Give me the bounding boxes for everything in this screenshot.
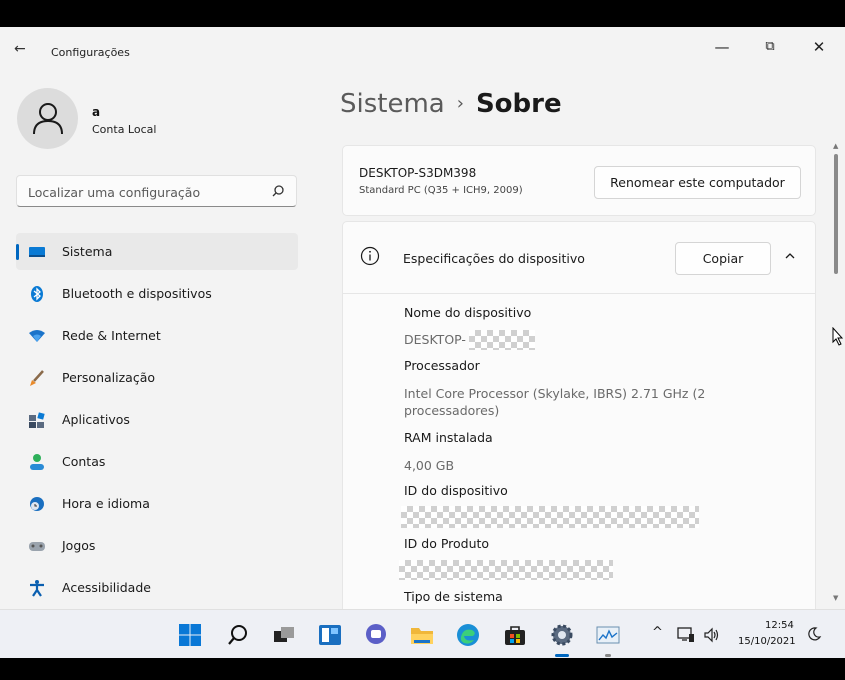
- page-title: Sistema › Sobre: [340, 89, 562, 119]
- spec-value-ram: 4,00 GB: [404, 458, 455, 473]
- redacted-area: [399, 560, 613, 580]
- account-type: Conta Local: [92, 123, 157, 136]
- title-bar: ← Configurações — ⧉ ✕: [0, 27, 845, 73]
- task-view-icon[interactable]: [272, 623, 296, 647]
- device-name-card: DESKTOP-S3DM398 Standard PC (Q35 + ICH9,…: [342, 145, 816, 216]
- taskbar: ^ 12:54 15/10/2021: [0, 609, 845, 658]
- sidebar-item-contas[interactable]: Contas: [16, 443, 298, 480]
- search-icon: [272, 185, 284, 197]
- search-placeholder: Localizar uma configuração: [28, 185, 201, 200]
- search-icon[interactable]: [226, 623, 250, 647]
- mouse-cursor-icon: [832, 327, 844, 346]
- rename-computer-button[interactable]: Renomear este computador: [594, 166, 801, 199]
- close-button[interactable]: ✕: [803, 33, 835, 61]
- account-icon: [30, 454, 44, 470]
- sidebar-item-bluetooth[interactable]: Bluetooth e dispositivos: [16, 275, 298, 312]
- apps-icon: [29, 412, 45, 428]
- maximize-button[interactable]: ⧉: [754, 33, 786, 61]
- store-icon[interactable]: [503, 623, 527, 647]
- device-name: DESKTOP-S3DM398: [359, 166, 477, 180]
- scroll-up-arrow-icon[interactable]: ▲: [833, 142, 838, 150]
- scrollbar[interactable]: ▲ ▼: [831, 142, 841, 607]
- back-arrow-icon[interactable]: ←: [14, 41, 26, 57]
- info-icon: [360, 246, 380, 266]
- gamepad-icon: [29, 542, 45, 551]
- widgets-icon[interactable]: [318, 623, 342, 647]
- focus-assist-icon[interactable]: [806, 626, 822, 642]
- chat-icon[interactable]: [364, 623, 388, 647]
- sidebar-item-label: Sistema: [62, 244, 113, 259]
- specs-title: Especificações do dispositivo: [403, 251, 585, 266]
- volume-icon[interactable]: [703, 626, 721, 644]
- spec-label-device-id: ID do dispositivo: [404, 483, 508, 498]
- user-name: a: [92, 105, 101, 119]
- avatar[interactable]: [17, 88, 78, 149]
- spec-value-processor: Intel Core Processor (Skylake, IBRS) 2.7…: [404, 386, 706, 418]
- device-specs-card: Especificações do dispositivo Copiar Nom…: [342, 221, 816, 609]
- search-input[interactable]: Localizar uma configuração: [16, 175, 297, 207]
- specs-header[interactable]: Especificações do dispositivo Copiar: [343, 222, 815, 294]
- breadcrumb-parent[interactable]: Sistema: [340, 89, 445, 119]
- sidebar-item-label: Aplicativos: [62, 412, 130, 427]
- accessibility-icon: [30, 580, 44, 597]
- breadcrumb-current: Sobre: [475, 89, 562, 119]
- device-model: Standard PC (Q35 + ICH9, 2009): [359, 185, 523, 196]
- app-title: Configurações: [51, 46, 130, 59]
- person-icon: [33, 103, 63, 135]
- sidebar-item-label: Jogos: [62, 538, 96, 553]
- chevron-up-icon[interactable]: [783, 249, 797, 263]
- settings-window: ← Configurações — ⧉ ✕ a Conta Local Loca…: [0, 27, 845, 609]
- minimize-button[interactable]: —: [706, 33, 738, 61]
- copy-button[interactable]: Copiar: [675, 242, 771, 275]
- sidebar-item-acessibilidade[interactable]: Acessibilidade: [16, 569, 298, 606]
- monitor-icon: [29, 247, 45, 257]
- screen-top-border: [0, 0, 845, 27]
- sidebar-item-aplicativos[interactable]: Aplicativos: [16, 401, 298, 438]
- redacted-area: [401, 506, 699, 528]
- clock-time[interactable]: 12:54: [765, 620, 794, 631]
- running-app-indicator: [605, 654, 611, 657]
- active-indicator: [16, 244, 19, 260]
- spec-label-processor: Processador: [404, 358, 480, 373]
- active-app-indicator: [555, 654, 569, 657]
- scrollbar-thumb[interactable]: [834, 154, 838, 274]
- sidebar-item-label: Bluetooth e dispositivos: [62, 286, 212, 301]
- wifi-icon: [29, 330, 45, 342]
- breadcrumb-separator: ›: [456, 93, 464, 114]
- settings-icon[interactable]: [550, 623, 574, 647]
- spec-label-device-name: Nome do dispositivo: [404, 305, 532, 320]
- sidebar-item-personalizacao[interactable]: Personalização: [16, 359, 298, 396]
- scroll-down-arrow-icon[interactable]: ▼: [833, 594, 838, 602]
- sidebar-item-label: Acessibilidade: [62, 580, 151, 595]
- sidebar-item-label: Personalização: [62, 370, 156, 385]
- sidebar-item-jogos[interactable]: Jogos: [16, 527, 298, 564]
- sidebar-item-label: Hora e idioma: [62, 496, 150, 511]
- spec-label-system-type: Tipo de sistema: [404, 589, 503, 604]
- globe-clock-icon: [30, 497, 44, 511]
- brush-icon: [30, 370, 44, 386]
- sidebar-item-sistema[interactable]: Sistema: [16, 233, 298, 270]
- sidebar-item-hora-idioma[interactable]: Hora e idioma: [16, 485, 298, 522]
- screen-bottom-border: [0, 658, 845, 680]
- performance-monitor-icon[interactable]: [596, 623, 620, 647]
- bluetooth-icon: [31, 286, 43, 302]
- sidebar-item-rede[interactable]: Rede & Internet: [16, 317, 298, 354]
- windows-start-icon[interactable]: [178, 623, 202, 647]
- sidebar-item-label: Rede & Internet: [62, 328, 161, 343]
- tray-chevron-icon[interactable]: ^: [652, 625, 663, 640]
- sidebar-item-label: Contas: [62, 454, 106, 469]
- file-explorer-icon[interactable]: [410, 623, 434, 647]
- spec-label-product-id: ID do Produto: [404, 536, 490, 551]
- spec-label-ram: RAM instalada: [404, 430, 493, 445]
- network-icon[interactable]: [677, 626, 695, 644]
- edge-icon[interactable]: [456, 623, 480, 647]
- clock-date[interactable]: 15/10/2021: [738, 636, 796, 647]
- spec-value-device-name: DESKTOP-: [404, 332, 466, 347]
- redacted-area: [469, 330, 535, 350]
